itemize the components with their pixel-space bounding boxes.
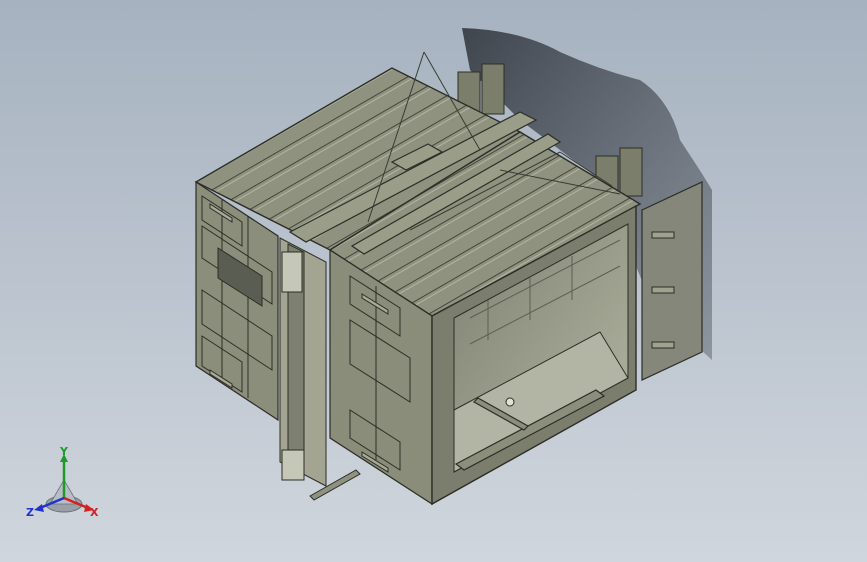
coordinate-triad[interactable]: Y X Z xyxy=(22,446,106,522)
x-axis-label: X xyxy=(90,506,99,519)
graphics-viewport[interactable]: Y X Z xyxy=(0,0,867,562)
floor-bolt xyxy=(505,397,515,407)
z-axis-arrow xyxy=(34,504,44,512)
3d-model-view[interactable] xyxy=(0,0,867,562)
guide-rail-column xyxy=(279,237,327,487)
z-axis-label: Z xyxy=(26,506,34,519)
right-side-panel xyxy=(641,181,703,381)
y-axis-label: Y xyxy=(59,446,69,458)
